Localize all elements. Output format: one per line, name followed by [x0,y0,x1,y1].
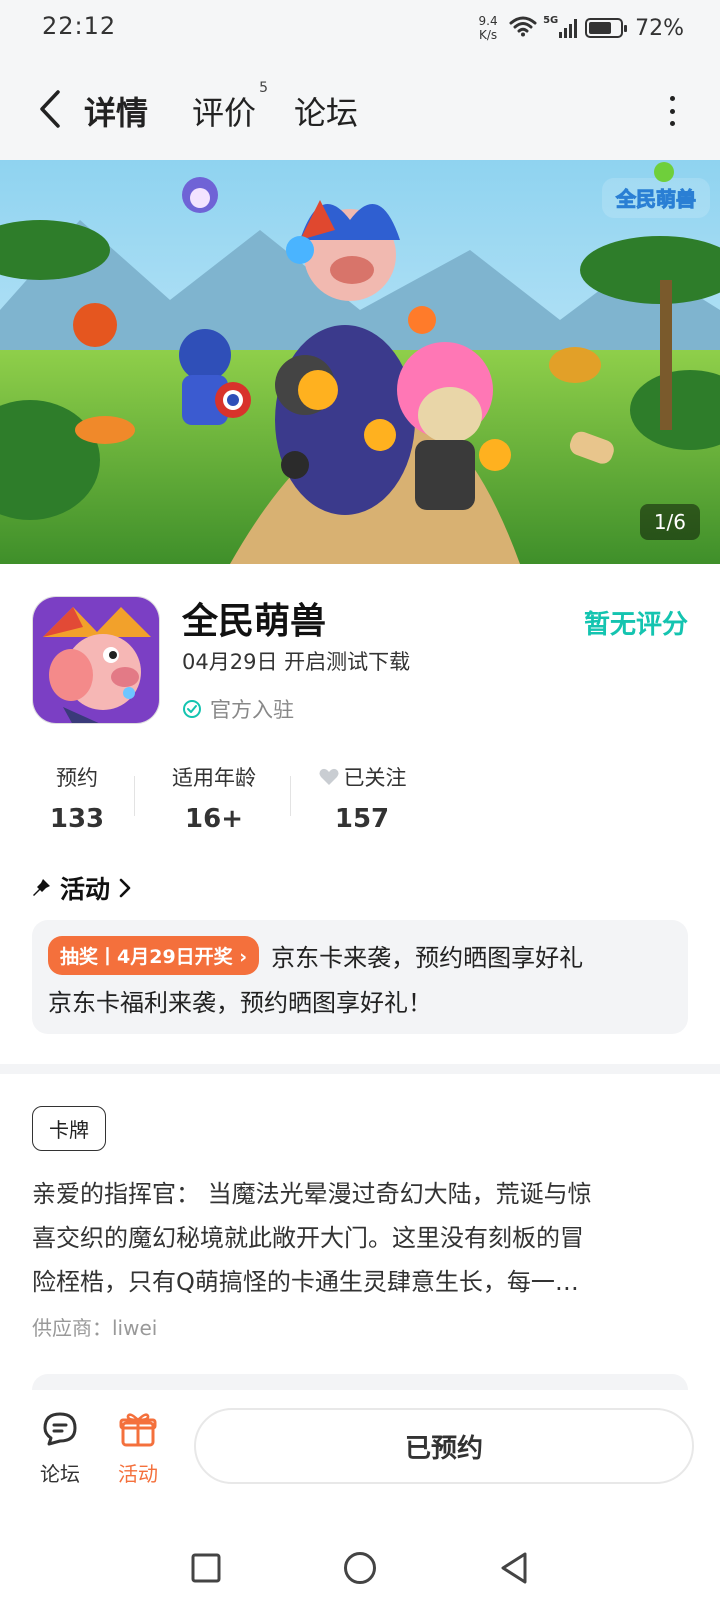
circle-icon [344,1552,376,1584]
supplier-text: 供应商：liwei [32,1316,158,1340]
square-icon [191,1553,221,1583]
lottery-badge[interactable]: 抽奖丨4月29日开奖 › [48,936,260,975]
carousel-page-indicator: 1/6 [639,504,700,540]
activity-section-title: 活动 [60,875,111,904]
genre-tag[interactable]: 卡牌 [32,1106,106,1151]
heart-icon [319,768,338,785]
activity-button[interactable]: 活动 [108,1410,168,1487]
network-speed-value: 9.4 [478,14,498,28]
forum-label: 论坛 [40,1462,80,1486]
more-options-button[interactable] [666,96,678,126]
verified-check-icon [183,700,201,718]
review-count-badge: 5 [259,80,269,96]
stat-label: 预约 [56,766,98,790]
pin-icon [33,879,50,896]
stat-label: 适用年龄 [172,766,256,790]
game-banner-image: 全民萌兽 [0,160,720,564]
back-nav-button[interactable] [496,1550,532,1586]
stat-age-rating: 适用年龄 16+ [158,762,270,834]
activity-section-header[interactable]: 活动 [32,870,132,906]
more-dot-icon [669,96,675,101]
chevron-left-icon [40,90,60,128]
screenshot-carousel[interactable]: 全民萌兽 1/6 [0,160,720,564]
official-badge: 官方入驻 [182,694,294,724]
rating-text: 暂无评分 [583,610,688,640]
network-speed: 9.4 K/s [475,14,501,42]
official-badge-label: 官方入驻 [210,698,294,722]
activity-label: 活动 [118,1462,158,1486]
description-line: 险桎梏，只有Q萌搞怪的卡通生灵肆意生长，每一… [32,1268,579,1296]
release-date-text: 04月29日 开启测试下载 [182,650,411,674]
forum-chat-icon [43,1412,77,1446]
back-button[interactable] [30,86,70,132]
activity-headline: 京东卡来袭，预约晒图享好礼 [271,944,584,972]
wifi-icon [509,15,537,41]
banner-logo-text: 全民萌兽 [615,187,696,211]
battery-icon [585,18,628,38]
tab-review-label: 评价 [192,94,257,132]
status-time: 22:12 [42,12,117,40]
description-line: 喜交织的魔幻秘境就此敞开大门。这里没有刻板的冒 [32,1224,584,1252]
tab-forum[interactable]: 论坛 [294,88,358,134]
status-indicators: 9.4 K/s 5G 72% [475,8,684,48]
forum-button[interactable]: 论坛 [30,1410,90,1487]
stat-value: 16+ [185,804,243,834]
more-dot-icon [669,121,675,126]
app-icon [32,596,160,724]
activity-card[interactable]: 抽奖丨4月29日开奖 › 京东卡来袭，预约晒图享好礼 京东卡福利来袭，预约晒图享… [32,920,688,1034]
stat-followers[interactable]: 已关注 157 [306,762,418,834]
tab-detail-label: 详情 [84,94,149,132]
gift-icon [119,1413,157,1447]
battery-level-fill [589,22,611,34]
description-line: 亲爱的指挥官： 当魔法光晕漫过奇幻大陆，荒诞与惊 [32,1180,592,1208]
top-navigation: 详情 评价 5 论坛 [0,56,720,160]
stat-label: 已关注 [343,766,407,790]
signal-icon: 5G [543,15,578,38]
stat-value: 133 [49,804,105,834]
section-divider [0,1064,720,1074]
chevron-right-icon: › [239,946,248,968]
recent-apps-button[interactable] [188,1550,224,1586]
stat-divider [290,776,291,816]
battery-percent: 72% [635,15,684,41]
tab-detail[interactable]: 详情 [82,88,151,134]
signal-type-label: 5G [543,14,559,26]
game-description[interactable]: 亲爱的指挥官： 当魔法光晕漫过奇幻大陆，荒诞与惊 喜交织的魔幻秘境就此敞开大门。… [32,1172,688,1304]
network-speed-unit: K/s [479,28,498,42]
stat-value: 157 [334,804,390,834]
status-bar: 22:12 9.4 K/s 5G 72% [0,0,720,56]
tab-forum-label: 论坛 [294,94,359,132]
activity-detail: 京东卡福利来袭，预约晒图享好礼！ [48,989,432,1017]
stat-reservations: 预约 133 [32,762,122,834]
stat-divider [134,776,135,816]
triangle-back-icon [501,1552,527,1584]
lottery-badge-label: 抽奖丨4月29日开奖 [60,946,233,968]
system-navigation-bar [0,1510,720,1612]
chevron-right-icon [119,878,131,898]
tab-review[interactable]: 评价 5 [192,80,268,134]
bottom-action-bar: 论坛 活动 已预约 [0,1390,720,1510]
more-dot-icon [669,108,675,114]
reserved-button[interactable]: 已预约 [194,1408,694,1484]
home-button[interactable] [342,1550,378,1586]
app-name: 全民萌兽 [182,601,327,642]
